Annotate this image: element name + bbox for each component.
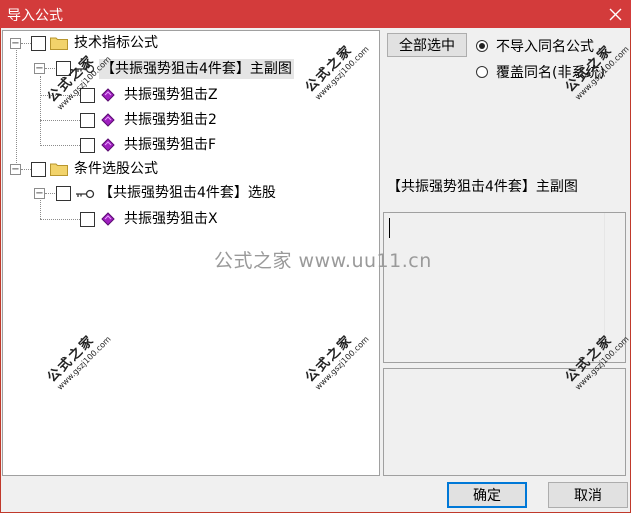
group-checkbox[interactable] (31, 162, 46, 177)
title-bar: 导入公式 (0, 0, 631, 28)
formula-set-label[interactable]: 【共振强势狙击4件套】选股 (99, 183, 276, 203)
radio-selected-icon[interactable] (476, 40, 488, 52)
close-icon[interactable] (603, 2, 627, 26)
formula-gem-icon (101, 212, 115, 226)
group-label-indicators[interactable]: 技术指标公式 (74, 33, 158, 53)
radio-skip-duplicates[interactable]: 不导入同名公式 (476, 36, 594, 56)
item-checkbox[interactable] (56, 186, 71, 201)
text-caret (389, 218, 390, 238)
formula-tree[interactable]: − 技术指标公式 − 【共振强势狙击4件套】主副图 共振强势狙击Z 共振强势狙击… (2, 30, 380, 476)
selected-formula-name: 【共振强势狙击4件套】主副图 (387, 179, 578, 195)
formula-set-label[interactable]: 【共振强势狙击4件套】主副图 (99, 59, 294, 79)
formula-gem-icon (101, 88, 115, 102)
ok-button[interactable]: 确定 (447, 482, 527, 508)
formula-label[interactable]: 共振强势狙击F (124, 135, 216, 155)
item-checkbox[interactable] (80, 88, 95, 103)
collapse-toggle-icon[interactable]: − (34, 188, 45, 199)
description-scrollbar[interactable] (604, 213, 625, 361)
item-checkbox[interactable] (80, 113, 95, 128)
formula-label[interactable]: 共振强势狙击X (124, 209, 218, 229)
radio-skip-label: 不导入同名公式 (496, 39, 594, 55)
window-title: 导入公式 (7, 8, 63, 24)
radio-unselected-icon[interactable] (476, 66, 488, 78)
cancel-button[interactable]: 取消 (548, 482, 628, 508)
formula-params-box[interactable] (383, 368, 626, 476)
radio-overwrite[interactable]: 覆盖同名(非系统) (476, 62, 605, 82)
tree-connector (45, 68, 55, 69)
formula-gem-icon (101, 113, 115, 127)
tree-connector (40, 95, 80, 96)
item-checkbox[interactable] (80, 138, 95, 153)
key-icon (76, 189, 95, 199)
group-label-screening[interactable]: 条件选股公式 (74, 159, 158, 179)
collapse-toggle-icon[interactable]: − (34, 63, 45, 74)
tree-connector (40, 145, 80, 146)
formula-gem-icon (101, 138, 115, 152)
tree-connector (40, 76, 41, 146)
collapse-toggle-icon[interactable]: − (10, 164, 21, 175)
tree-connector (40, 200, 41, 219)
folder-icon (50, 37, 68, 50)
formula-description-box[interactable] (383, 212, 626, 363)
collapse-toggle-icon[interactable]: − (10, 38, 21, 49)
folder-icon (50, 163, 68, 176)
formula-label[interactable]: 共振强势狙击2 (124, 110, 217, 130)
item-checkbox[interactable] (80, 212, 95, 227)
tree-connector (21, 169, 31, 170)
tree-connector (21, 43, 31, 44)
tree-connector (40, 219, 80, 220)
formula-label[interactable]: 共振强势狙击Z (124, 85, 218, 105)
group-checkbox[interactable] (31, 36, 46, 51)
tree-connector (40, 120, 80, 121)
tree-connector (16, 48, 17, 171)
radio-overwrite-label: 覆盖同名(非系统) (496, 65, 605, 81)
item-checkbox[interactable] (56, 61, 71, 76)
tree-connector (45, 193, 55, 194)
key-icon (76, 64, 95, 74)
select-all-button[interactable]: 全部选中 (387, 33, 467, 57)
